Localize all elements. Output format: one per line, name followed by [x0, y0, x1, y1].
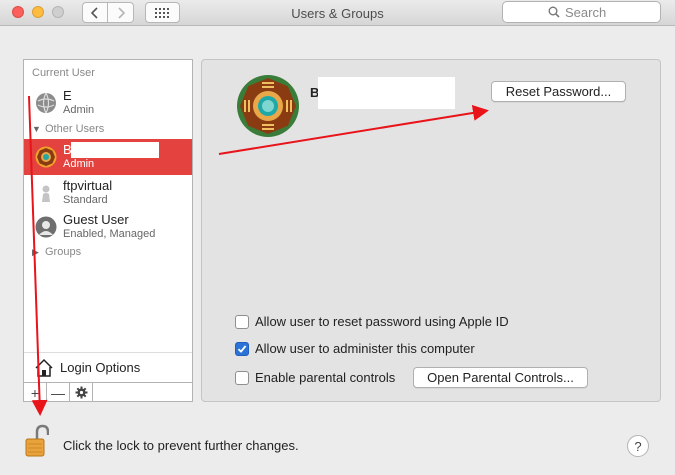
chevron-left-icon	[91, 6, 98, 19]
parental-controls-option[interactable]: Enable parental controls	[235, 370, 395, 385]
redaction-box	[318, 77, 455, 109]
action-menu-button[interactable]	[70, 383, 93, 402]
current-user-header: Current User	[32, 67, 95, 79]
users-sidebar: Current User E Admin ▼ Other Users B Adm…	[23, 59, 193, 402]
back-button[interactable]	[82, 2, 108, 23]
add-user-button[interactable]: +	[24, 383, 47, 402]
groups-header: Groups	[45, 246, 82, 258]
login-options-item[interactable]: Login Options	[24, 352, 192, 382]
user-name: Guest User	[63, 212, 129, 227]
guest-user-icon	[35, 216, 57, 238]
disclosure-open-icon[interactable]: ▼	[32, 124, 41, 134]
user-list-item-ftpvirtual[interactable]: ftpvirtual Standard	[24, 175, 192, 211]
user-list-item-selected[interactable]: B Admin	[24, 139, 192, 175]
redaction-box	[71, 142, 159, 158]
option-label: Enable parental controls	[255, 370, 396, 385]
person-silhouette-icon	[42, 185, 50, 202]
bagua-avatar-large-icon[interactable]	[236, 74, 300, 138]
user-role: Admin	[63, 158, 95, 170]
user-name: ftpvirtual	[63, 178, 113, 193]
other-users-header: Other Users	[45, 123, 105, 135]
chevron-right-icon	[117, 6, 125, 19]
grid-icon	[154, 7, 169, 18]
bagua-avatar-icon	[35, 146, 57, 168]
allow-reset-apple-id-checkbox[interactable]	[235, 314, 249, 329]
gear-icon	[75, 386, 87, 399]
allow-admin-option[interactable]: Allow user to administer this computer	[235, 341, 475, 356]
allow-admin-checkbox[interactable]	[235, 341, 249, 356]
option-label: Allow user to administer this computer	[255, 341, 475, 356]
allow-reset-apple-id-option[interactable]: Allow user to reset password using Apple…	[235, 314, 509, 329]
search-icon	[548, 6, 560, 18]
title-bar: Users & Groups	[0, 0, 675, 26]
zoom-window-button[interactable]	[52, 6, 64, 18]
parental-controls-checkbox[interactable]	[235, 370, 249, 385]
sidebar-toolbar: + —	[24, 382, 192, 402]
remove-user-button[interactable]: —	[47, 383, 70, 402]
search-field[interactable]	[502, 1, 661, 23]
globe-avatar-icon	[36, 92, 56, 114]
user-list-item-guest[interactable]: Guest User Enabled, Managed	[24, 209, 192, 245]
reset-password-button[interactable]: Reset Password...	[491, 81, 626, 102]
user-details-panel: B Reset Password... Allow user to reset …	[201, 59, 661, 402]
house-icon	[35, 358, 53, 377]
disclosure-closed-icon[interactable]: ▶	[32, 247, 39, 258]
user-role: Enabled, Managed	[63, 228, 156, 240]
option-label: Allow user to reset password using Apple…	[255, 314, 509, 329]
user-role: Admin	[63, 104, 95, 116]
user-name: E	[63, 88, 72, 103]
login-options-label: Login Options	[60, 360, 141, 375]
search-input[interactable]	[565, 4, 615, 20]
help-button[interactable]: ?	[627, 435, 649, 457]
checkmark-icon	[237, 344, 247, 353]
forward-button[interactable]	[108, 2, 134, 23]
user-list-item-current[interactable]: E Admin	[24, 85, 192, 121]
open-parental-controls-button[interactable]: Open Parental Controls...	[413, 367, 588, 388]
close-window-button[interactable]	[12, 6, 24, 18]
minimize-window-button[interactable]	[32, 6, 44, 18]
unlocked-padlock-icon[interactable]	[25, 424, 49, 458]
lock-status-text: Click the lock to prevent further change…	[63, 438, 299, 453]
user-role: Standard	[63, 194, 108, 206]
show-all-button[interactable]	[145, 2, 180, 23]
